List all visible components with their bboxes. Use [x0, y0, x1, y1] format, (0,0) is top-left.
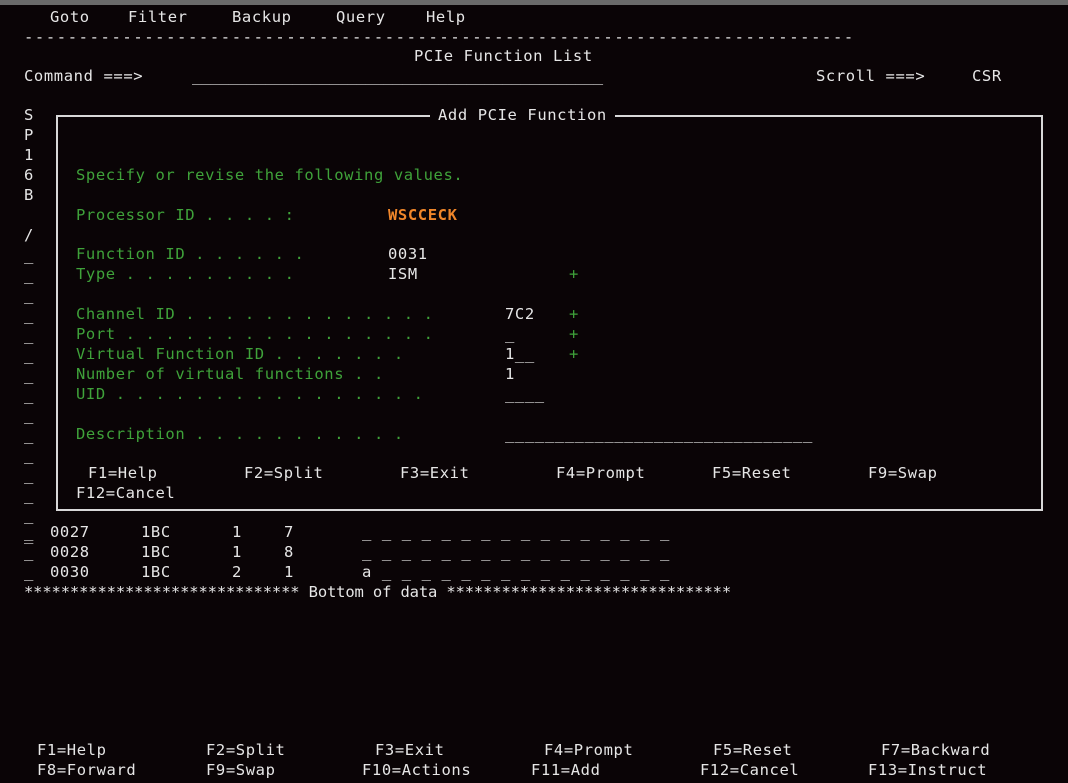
fkey-f5[interactable]: F5=Reset [713, 740, 792, 760]
channel-id-label: Channel ID . . . . . . . . . . . . . [76, 305, 434, 323]
dialog-fkey-f12[interactable]: F12=Cancel [76, 483, 175, 503]
channel-id-field[interactable]: 7C2 [505, 304, 535, 324]
fkey-f1[interactable]: F1=Help [37, 740, 107, 760]
row-select-field[interactable]: _ [24, 542, 34, 562]
row-select-field[interactable]: _ [24, 522, 34, 542]
fkey-f10[interactable]: F10=Actions [362, 760, 471, 780]
dialog-fkey-f3[interactable]: F3=Exit [400, 463, 470, 483]
fkey-f13[interactable]: F13=Instruct [868, 760, 987, 780]
type-field[interactable]: ISM [388, 264, 418, 284]
fkey-f4[interactable]: F4=Prompt [544, 740, 633, 760]
menu-help[interactable]: Help [426, 7, 466, 27]
row-select-field[interactable]: _ [24, 365, 34, 385]
scroll-input[interactable]: CSR [972, 66, 1002, 86]
cell-a: 1 [232, 523, 242, 541]
dialog-fkey-f2[interactable]: F2=Split [244, 463, 323, 483]
menu-goto[interactable]: Goto [50, 7, 90, 27]
virtual-function-id-label: Virtual Function ID . . . . . . . [76, 345, 404, 363]
port-prompt-icon[interactable]: + [569, 324, 579, 344]
row-select-field[interactable]: _ [24, 285, 34, 305]
processor-id-value: WSCCECK [388, 206, 458, 224]
function-id-cell: 0027 [50, 523, 90, 541]
function-id-cell: 0028 [50, 543, 90, 561]
window-top-bar [0, 0, 1068, 5]
num-virtual-functions-label: Number of virtual functions . . [76, 365, 384, 383]
fkey-f2[interactable]: F2=Split [206, 740, 285, 760]
row-select-field[interactable]: _ [24, 345, 34, 365]
menu-filter[interactable]: Filter [128, 7, 188, 27]
column-header-char: 1 [24, 146, 34, 164]
description-label: Description . . . . . . . . . . . [76, 425, 404, 443]
port-label: Port . . . . . . . . . . . . . . . . [76, 325, 434, 343]
virtual-function-id-field[interactable]: 1__ [505, 344, 535, 364]
bottom-of-data: ****************************** Bottom of… [24, 583, 731, 601]
type-label: Type . . . . . . . . . [76, 265, 295, 283]
channel-cell: 1BC [141, 563, 171, 581]
port-field[interactable]: _ [505, 324, 515, 344]
panel-title: PCIe Function List [414, 47, 593, 65]
row-select-field[interactable]: _ [24, 445, 34, 465]
description-field[interactable]: _______________________________ [505, 424, 813, 444]
virtual-function-id-prompt-icon[interactable]: + [569, 344, 579, 364]
dialog-title: Add PCIe Function [430, 105, 615, 125]
row-select-field[interactable]: _ [24, 485, 34, 505]
type-prompt-icon[interactable]: + [569, 264, 579, 284]
column-header-char: S [24, 106, 34, 124]
dialog-fkey-f5[interactable]: F5=Reset [712, 463, 791, 483]
uid-label: UID . . . . . . . . . . . . . . . . [76, 385, 424, 403]
channel-cell: 1BC [141, 543, 171, 561]
fkey-f7[interactable]: F7=Backward [881, 740, 990, 760]
cell-b: 1 [284, 563, 294, 581]
fkey-f9[interactable]: F9=Swap [206, 760, 276, 780]
command-input[interactable]: ________________________________________… [192, 66, 603, 86]
menu-backup[interactable]: Backup [232, 7, 292, 27]
cell-a: 1 [232, 543, 242, 561]
uid-field[interactable]: ____ [505, 384, 545, 404]
fkey-f11[interactable]: F11=Add [531, 760, 601, 780]
function-id-field[interactable]: 0031 [388, 244, 428, 264]
function-id-label: Function ID . . . . . . [76, 245, 305, 263]
fkey-f8[interactable]: F8=Forward [37, 760, 136, 780]
cell-a: 2 [232, 563, 242, 581]
cell-b: 7 [284, 523, 294, 541]
row-select-field[interactable]: _ [24, 305, 34, 325]
row-select-field[interactable]: _ [24, 325, 34, 345]
function-id-cell: 0030 [50, 563, 90, 581]
dialog-fkey-f9[interactable]: F9=Swap [868, 463, 938, 483]
row-select-field[interactable]: _ [24, 405, 34, 425]
row-select-field[interactable]: _ [24, 245, 34, 265]
row-select-field[interactable]: _ [24, 385, 34, 405]
description-cell[interactable]: _ _ _ _ _ _ _ _ _ _ _ _ _ _ _ _ [362, 522, 670, 542]
column-header-char: P [24, 126, 34, 144]
menu-query[interactable]: Query [336, 7, 386, 27]
processor-id-label: Processor ID . . . . : [76, 206, 295, 224]
num-virtual-functions-field[interactable]: 1 [505, 364, 515, 384]
description-cell[interactable]: a _ _ _ _ _ _ _ _ _ _ _ _ _ _ _ [362, 562, 670, 582]
column-header-char: B [24, 186, 34, 204]
instruction-text: Specify or revise the following values. [76, 166, 464, 184]
separator-line: ----------------------------------------… [24, 28, 855, 46]
row-select-field[interactable]: _ [24, 465, 34, 485]
channel-id-prompt-icon[interactable]: + [569, 304, 579, 324]
dialog-fkey-f4[interactable]: F4=Prompt [556, 463, 645, 483]
row-select-field[interactable]: _ [24, 265, 34, 285]
row-select-field: / [24, 226, 34, 244]
description-cell[interactable]: _ _ _ _ _ _ _ _ _ _ _ _ _ _ _ _ [362, 542, 670, 562]
fkey-f12[interactable]: F12=Cancel [700, 760, 799, 780]
row-select-field[interactable]: _ [24, 562, 34, 582]
dialog-fkey-f1[interactable]: F1=Help [88, 463, 158, 483]
cell-b: 8 [284, 543, 294, 561]
fkey-f3[interactable]: F3=Exit [375, 740, 445, 760]
row-select-field[interactable]: _ [24, 425, 34, 445]
column-header-char: 6 [24, 166, 34, 184]
scroll-label: Scroll ===> [816, 67, 926, 85]
channel-cell: 1BC [141, 523, 171, 541]
command-label: Command ===> [24, 67, 144, 85]
